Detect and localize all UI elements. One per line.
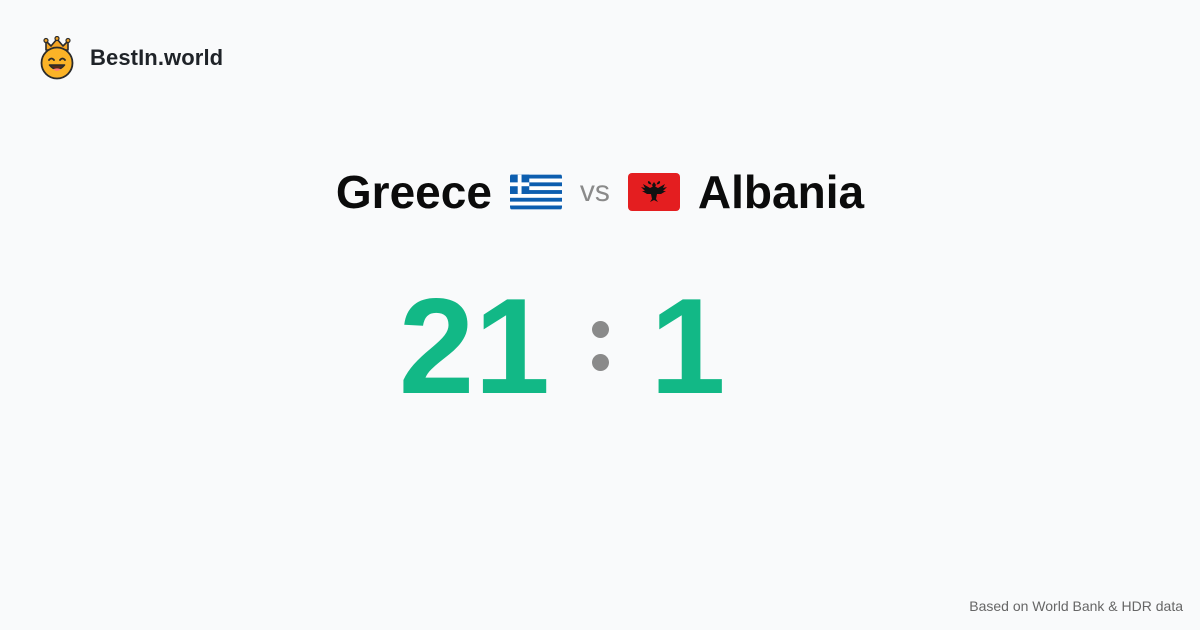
brand-name: BestIn.world bbox=[90, 45, 224, 70]
left-score: 21 bbox=[398, 270, 550, 422]
brand[interactable]: BestIn.world bbox=[38, 36, 223, 80]
right-country-name: Albania bbox=[697, 166, 865, 218]
separator-dot-bottom bbox=[591, 354, 609, 371]
right-score: 1 bbox=[650, 270, 726, 422]
separator-dot-top bbox=[591, 321, 609, 338]
vs-label: vs bbox=[579, 175, 610, 208]
albania-flag-icon bbox=[627, 173, 680, 211]
data-source-note: Based on World Bank & HDR data bbox=[969, 598, 1183, 614]
left-country-name: Greece bbox=[335, 166, 492, 218]
matchup-title: Greece vs Albania bbox=[0, 160, 1200, 224]
score-separator bbox=[550, 276, 650, 416]
crown-smiley-icon bbox=[40, 36, 74, 80]
score-display: 21 1 bbox=[0, 276, 1200, 416]
greece-flag-icon bbox=[509, 174, 562, 210]
